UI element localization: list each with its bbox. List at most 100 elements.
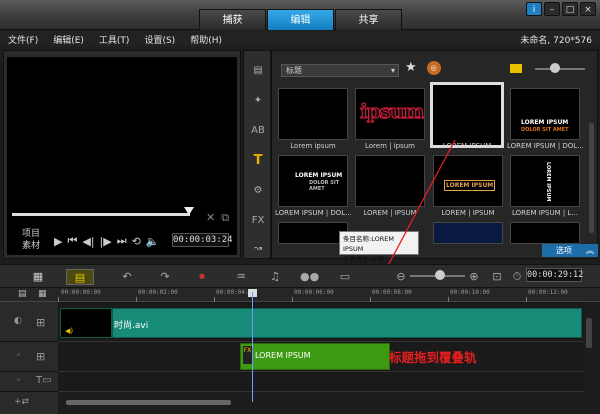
- title-icon[interactable]: T: [248, 153, 268, 169]
- category-select[interactable]: 标题 ▾: [281, 64, 399, 77]
- title-clip-label: LOREM IPSUM: [255, 351, 311, 360]
- options-label: 选项: [556, 246, 572, 255]
- title-thumbnail-3[interactable]: [430, 82, 504, 148]
- title-track[interactable]: [58, 372, 584, 392]
- timeline-zoom-handle[interactable]: [435, 270, 445, 280]
- title-thumbnail-5[interactable]: LOREM IPSUM DOLOR SIT AMET: [278, 155, 348, 207]
- thumbnail-caption: LOREM IPSUM: [442, 142, 492, 150]
- transition-icon[interactable]: AB: [248, 123, 268, 139]
- thumbnail-art-sub: DOLOR SIT AMET: [309, 180, 340, 192]
- video-clip-name: 时尚.avi: [114, 321, 149, 331]
- redo-icon[interactable]: ↷: [158, 269, 172, 285]
- timeline-toolbar: ▦ ▤ ↶ ↷ ⏺ ♒ ♫ ●● ▭ ⊖ ⊕ ⊡ ⏱: [0, 264, 600, 288]
- preview-timecode[interactable]: 00:00:03:24: [172, 233, 233, 247]
- track-manager-icon[interactable]: ▤: [18, 289, 27, 299]
- title-thumbnail-2[interactable]: ipsum: [355, 88, 425, 140]
- thumbnail-caption: LOREM IPSUM | DOL...: [507, 142, 583, 150]
- motion-track-icon[interactable]: ●●: [300, 269, 319, 285]
- chevron-down-icon: ▾: [390, 66, 395, 75]
- title-thumbnail-6[interactable]: [355, 155, 425, 207]
- options-button[interactable]: 选项 ︽: [542, 244, 598, 257]
- track-visibility-icon[interactable]: ◦: [16, 351, 21, 361]
- volume-icon[interactable]: 🔈: [146, 235, 160, 248]
- info-icon[interactable]: i: [526, 2, 542, 16]
- next-frame-icon[interactable]: |▶: [100, 235, 112, 248]
- timeline-vertical-scrollbar[interactable]: [586, 318, 592, 348]
- video-track-icon: ⊞: [36, 316, 46, 329]
- scrub-bar[interactable]: [12, 213, 190, 216]
- video-clip-thumbnail[interactable]: ◀): [60, 308, 112, 338]
- timeline-view-icon[interactable]: ▦: [30, 269, 46, 285]
- thumbnail-caption: Lorem | ipsum: [364, 142, 415, 150]
- title-thumbnail-7[interactable]: LOREM IPSUM: [433, 155, 503, 207]
- fit-project-icon[interactable]: ⊡: [490, 269, 504, 285]
- undo-icon[interactable]: ↶: [120, 269, 134, 285]
- thumbnail-size-slider[interactable]: [535, 68, 585, 70]
- window-controls: i – □ ×: [526, 2, 596, 16]
- timeline-horizontal-scrollbar[interactable]: [66, 400, 231, 405]
- zoom-out-icon[interactable]: ⊖: [395, 269, 407, 285]
- media-icon[interactable]: ▤: [248, 63, 268, 79]
- view-icon[interactable]: [510, 64, 522, 73]
- tab-capture[interactable]: 捕获: [199, 9, 266, 30]
- title-thumbnail-11[interactable]: [510, 222, 580, 244]
- maximize-button[interactable]: □: [562, 2, 578, 16]
- scrub-handle[interactable]: [184, 207, 194, 215]
- home-icon[interactable]: ⏮: [67, 234, 77, 248]
- thumbnail-size-handle[interactable]: [550, 63, 560, 73]
- path-icon[interactable]: ↝: [248, 241, 268, 257]
- title-thumbnail-9[interactable]: [278, 222, 348, 244]
- record-icon[interactable]: ⏺: [195, 269, 209, 285]
- instruction-annotation: 标题拖到覆叠轨: [389, 350, 477, 365]
- title-thumbnail-1[interactable]: [278, 88, 348, 140]
- tooltip-item-type: 条目类型:标题: [343, 255, 385, 263]
- title-track-header: ◦ T▭: [0, 372, 58, 392]
- project-info: 未命名, 720*576: [520, 36, 592, 46]
- timeline-ruler[interactable]: 00:00:00:00 00:00:02:00 00:00:04:00 00:0…: [58, 288, 600, 302]
- tab-edit[interactable]: 编辑: [267, 9, 334, 30]
- add-favorite-icon[interactable]: ★: [405, 60, 417, 75]
- audio-mixer-icon[interactable]: ♒: [234, 269, 248, 285]
- end-icon[interactable]: ⏭: [117, 234, 127, 248]
- title-thumbnail-4[interactable]: LOREM IPSUM DOLOR SIT AMET: [510, 88, 580, 140]
- overlay-track-header: ◦ ⊞: [0, 342, 58, 372]
- chevron-up-icon: ︽: [586, 246, 594, 255]
- storyboard-view-icon[interactable]: ▤: [66, 269, 94, 285]
- menu-settings[interactable]: 设置(S): [136, 33, 182, 46]
- close-button[interactable]: ×: [580, 2, 596, 16]
- play-icon[interactable]: ▶: [54, 235, 62, 248]
- trim-icon[interactable]: ✕: [206, 211, 215, 225]
- prev-frame-icon[interactable]: ◀|: [82, 235, 94, 248]
- menu-edit[interactable]: 编辑(E): [45, 33, 91, 46]
- track-visibility-icon[interactable]: ◐: [14, 316, 22, 326]
- library-scrollbar[interactable]: [589, 123, 594, 233]
- mode-project[interactable]: 项目: [22, 228, 40, 240]
- subtitle-editor-icon[interactable]: ▭: [338, 269, 352, 285]
- title-clip[interactable]: FX LOREM IPSUM: [240, 343, 390, 370]
- menu-help[interactable]: 帮助(H): [182, 33, 229, 46]
- timeline-footer: +⇄: [0, 392, 58, 414]
- title-thumbnail-8[interactable]: LOREM IPSUM: [510, 155, 580, 207]
- instant-project-icon[interactable]: ✦: [248, 93, 268, 109]
- menu-tools[interactable]: 工具(T): [91, 33, 137, 46]
- track-visibility-icon[interactable]: ◦: [16, 376, 21, 386]
- timeline-timecode[interactable]: 00:00:29:12: [526, 268, 583, 282]
- filter-icon[interactable]: FX: [248, 213, 268, 229]
- zoom-in-icon[interactable]: ⊕: [468, 269, 480, 285]
- repeat-icon[interactable]: ⟲: [132, 235, 141, 248]
- timer-icon[interactable]: ⏱: [511, 269, 523, 285]
- tooltip-item-name: 条目名称:LOREM IPSUM: [343, 235, 394, 253]
- minimize-button[interactable]: –: [544, 2, 560, 16]
- mode-clip[interactable]: 素材: [22, 240, 40, 252]
- library-manager-icon[interactable]: ◎: [426, 60, 441, 75]
- menu-file[interactable]: 文件(F): [0, 33, 45, 46]
- title-thumbnail-10[interactable]: [433, 222, 503, 244]
- graphic-icon[interactable]: ⚙: [248, 183, 268, 199]
- tab-share[interactable]: 共享: [335, 9, 402, 30]
- auto-music-icon[interactable]: ♫: [268, 269, 282, 285]
- video-clip[interactable]: [112, 308, 582, 338]
- enlarge-icon[interactable]: ⧉: [221, 211, 229, 225]
- chapter-icon[interactable]: ▦: [38, 289, 47, 299]
- add-track-icon[interactable]: +⇄: [14, 397, 29, 407]
- library-categories: ▤ ✦ AB T ⚙ FX ↝: [243, 50, 271, 259]
